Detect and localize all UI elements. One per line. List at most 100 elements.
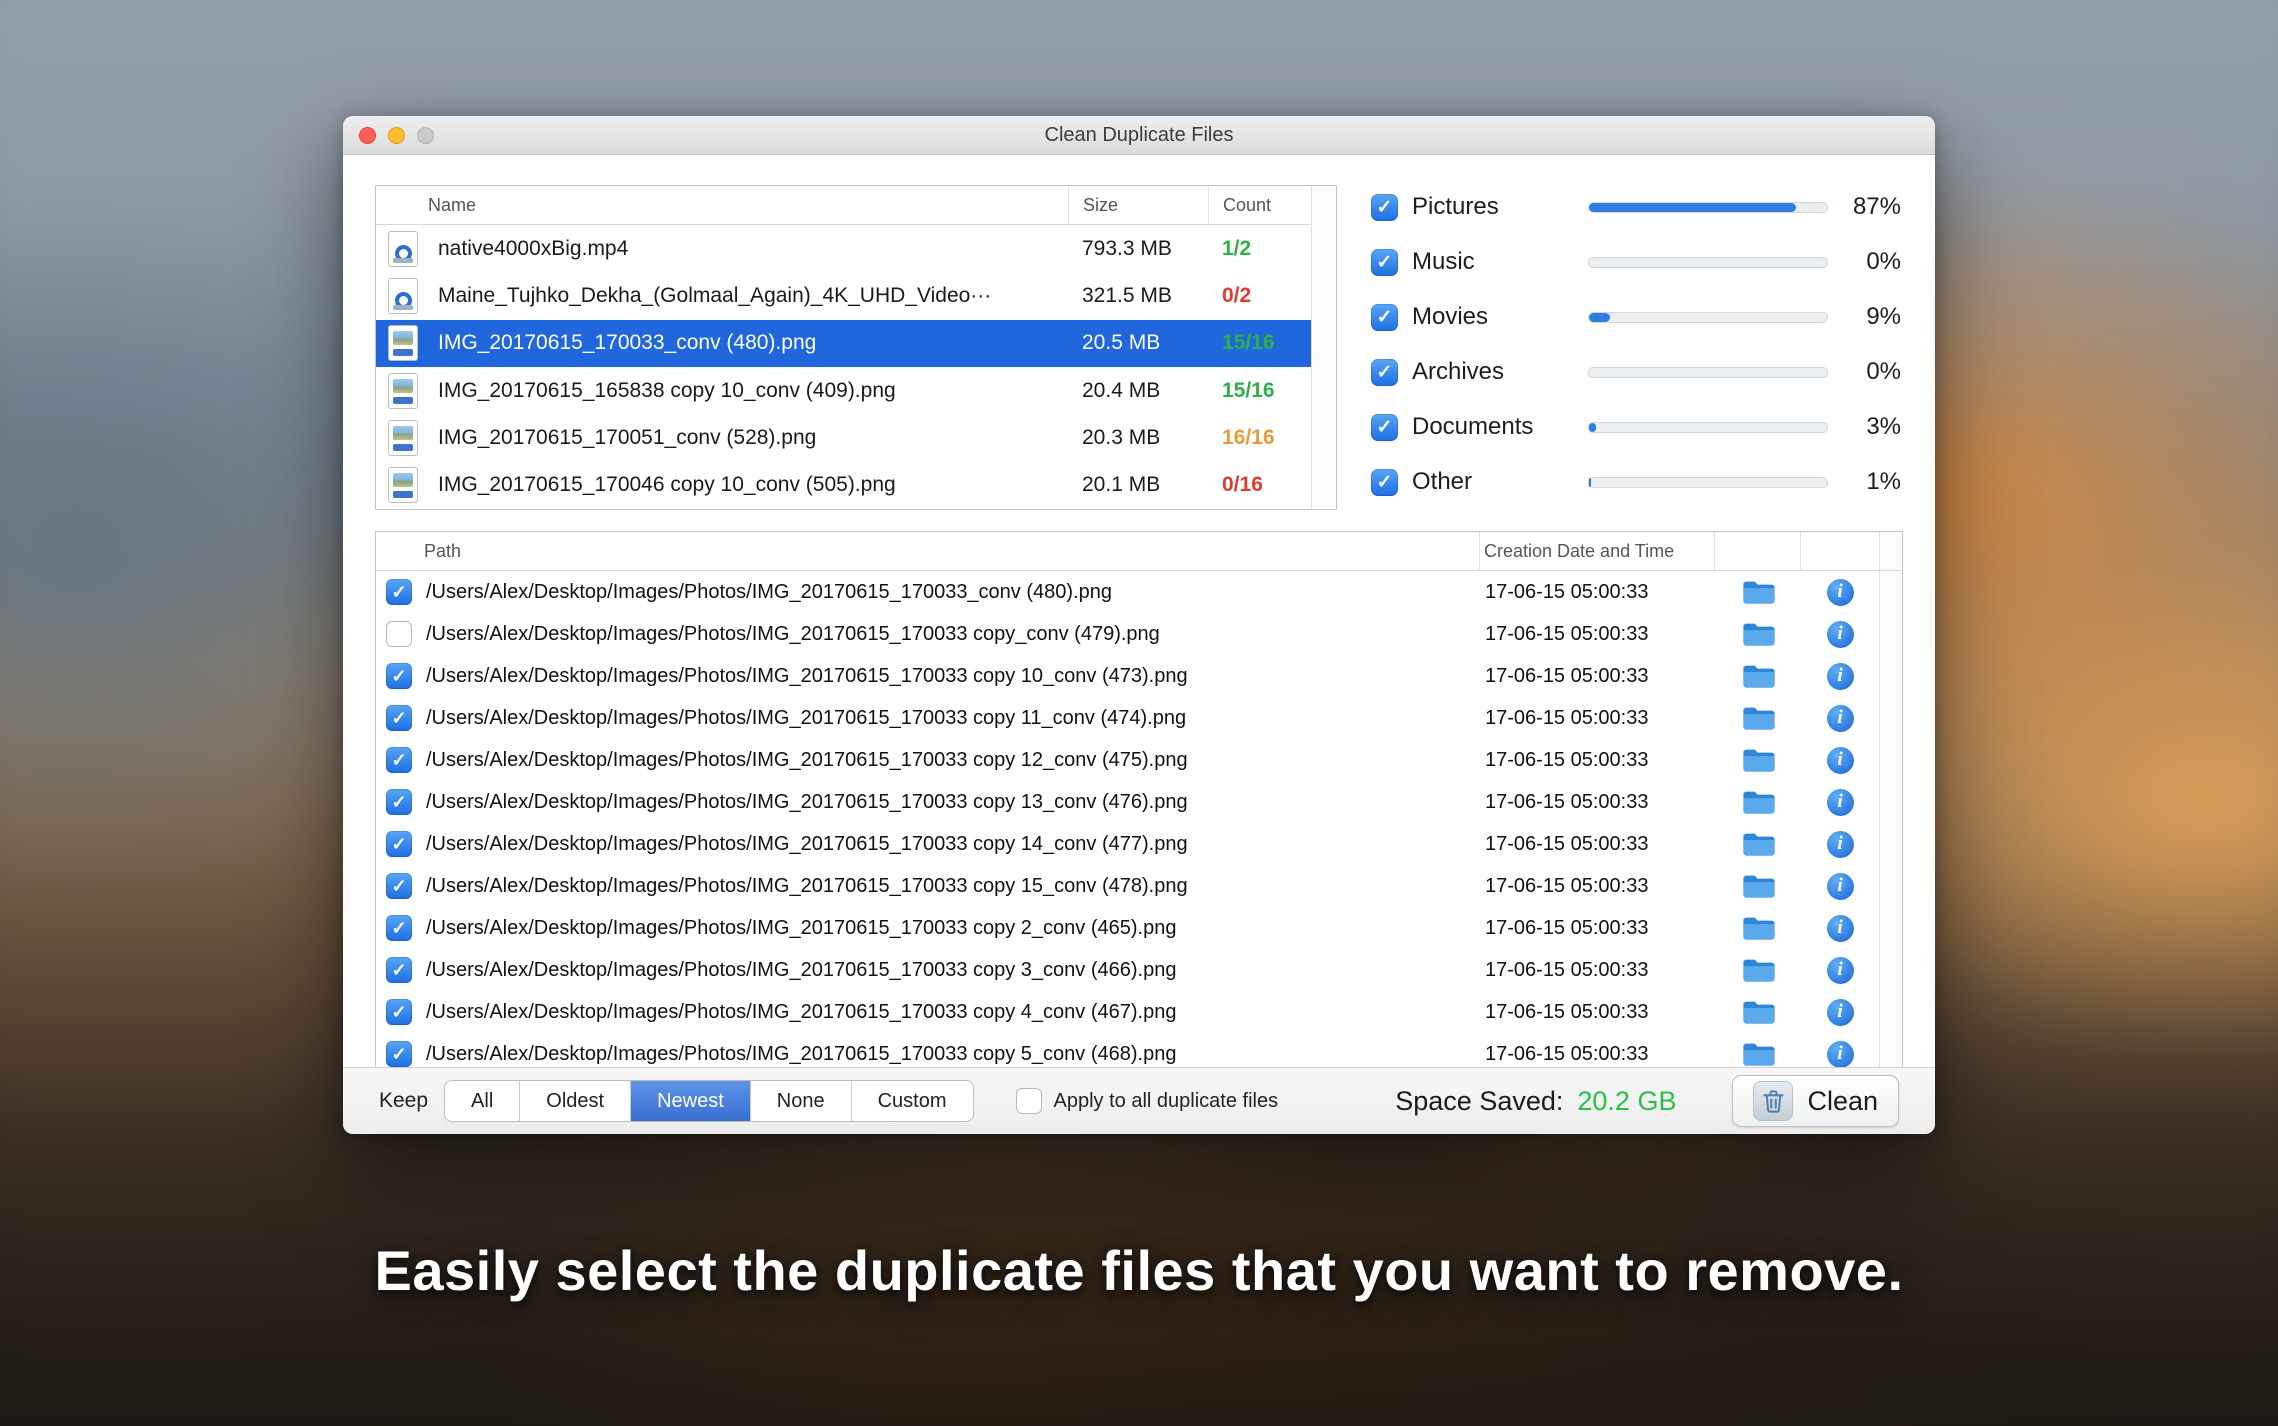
path-row-checkbox[interactable]: ✓ [386, 747, 412, 773]
path-row-checkbox[interactable]: ✓ [386, 1041, 412, 1067]
column-header-count[interactable]: Count [1208, 186, 1312, 224]
reveal-in-folder-button[interactable] [1716, 999, 1801, 1025]
reveal-in-folder-button[interactable] [1716, 831, 1801, 857]
path-row[interactable]: ✓ /Users/Alex/Desktop/Images/Photos/IMG_2… [376, 907, 1902, 949]
file-info-button[interactable]: i [1801, 830, 1879, 858]
category-checkbox[interactable]: ✓ [1371, 468, 1398, 496]
reveal-in-folder-button[interactable] [1716, 957, 1801, 983]
apply-to-all-checkbox-row[interactable]: ✓ Apply to all duplicate files [1015, 1088, 1278, 1114]
path-row[interactable]: ✓ /Users/Alex/Desktop/Images/Photos/IMG_2… [376, 991, 1902, 1033]
zoom-window-button[interactable] [417, 126, 434, 144]
path-row[interactable]: ✓ /Users/Alex/Desktop/Images/Photos/IMG_2… [376, 613, 1902, 655]
file-info-button[interactable]: i [1801, 620, 1879, 648]
path-text: /Users/Alex/Desktop/Images/Photos/IMG_20… [426, 790, 1188, 813]
file-row[interactable]: IMG_20170615_170046 copy 10_conv (505).p… [376, 462, 1312, 509]
file-info-button[interactable]: i [1801, 872, 1879, 900]
path-row-checkbox[interactable]: ✓ [386, 957, 412, 983]
path-row-checkbox[interactable]: ✓ [386, 915, 412, 941]
path-row[interactable]: ✓ /Users/Alex/Desktop/Images/Photos/IMG_2… [376, 865, 1902, 907]
path-row[interactable]: ✓ /Users/Alex/Desktop/Images/Photos/IMG_2… [376, 823, 1902, 865]
column-header-name[interactable]: Name [376, 195, 1068, 216]
category-checkbox[interactable]: ✓ [1371, 413, 1398, 441]
file-table-scrollbar[interactable] [1311, 186, 1336, 509]
path-table-rows: ✓ /Users/Alex/Desktop/Images/Photos/IMG_2… [376, 571, 1902, 1068]
path-text: /Users/Alex/Desktop/Images/Photos/IMG_20… [426, 580, 1112, 603]
file-info-button[interactable]: i [1801, 662, 1879, 690]
clean-button[interactable]: Clean [1732, 1075, 1899, 1127]
path-row-checkbox[interactable]: ✓ [386, 789, 412, 815]
apply-to-all-checkbox[interactable]: ✓ [1015, 1088, 1042, 1114]
category-percent: 3% [1866, 413, 1901, 440]
space-saved: Space Saved: 20.2 GB [1395, 1086, 1676, 1117]
info-icon: i [1826, 830, 1854, 858]
category-checkbox[interactable]: ✓ [1371, 193, 1398, 221]
reveal-in-folder-button[interactable] [1716, 747, 1801, 773]
reveal-in-folder-button[interactable] [1716, 705, 1801, 731]
path-row[interactable]: ✓ /Users/Alex/Desktop/Images/Photos/IMG_2… [376, 1033, 1902, 1068]
folder-icon [1742, 665, 1775, 688]
column-header-size[interactable]: Size [1068, 186, 1208, 224]
category-progress-bar [1588, 421, 1828, 433]
column-header-creation-date[interactable]: Creation Date and Time [1479, 532, 1714, 570]
png-file-icon [388, 325, 418, 362]
column-header-path[interactable]: Path [376, 541, 1479, 562]
file-info-button[interactable]: i [1801, 914, 1879, 942]
category-checkbox[interactable]: ✓ [1371, 303, 1398, 331]
path-row-checkbox[interactable]: ✓ [386, 831, 412, 857]
keep-segment-newest[interactable]: Newest [631, 1081, 751, 1121]
file-info-button[interactable]: i [1801, 1040, 1879, 1068]
path-row-checkbox[interactable]: ✓ [386, 705, 412, 731]
path-text: /Users/Alex/Desktop/Images/Photos/IMG_20… [426, 664, 1188, 687]
minimize-window-button[interactable] [388, 126, 405, 144]
path-row[interactable]: ✓ /Users/Alex/Desktop/Images/Photos/IMG_2… [376, 697, 1902, 739]
reveal-in-folder-button[interactable] [1716, 873, 1801, 899]
path-row[interactable]: ✓ /Users/Alex/Desktop/Images/Photos/IMG_2… [376, 739, 1902, 781]
path-cell: ✓ /Users/Alex/Desktop/Images/Photos/IMG_2… [376, 999, 1481, 1025]
file-info-button[interactable]: i [1801, 704, 1879, 732]
keep-segment-oldest[interactable]: Oldest [520, 1081, 632, 1121]
path-row[interactable]: ✓ /Users/Alex/Desktop/Images/Photos/IMG_2… [376, 781, 1902, 823]
path-table-scrollbar[interactable] [1879, 532, 1902, 570]
file-info-button[interactable]: i [1801, 578, 1879, 606]
category-checkbox[interactable]: ✓ [1371, 358, 1398, 386]
keep-segment-none[interactable]: None [751, 1081, 852, 1121]
path-table-gutter [1879, 907, 1902, 949]
category-row: ✓ Music 0% [1371, 248, 1903, 276]
file-info-button[interactable]: i [1801, 788, 1879, 816]
path-row[interactable]: ✓ /Users/Alex/Desktop/Images/Photos/IMG_2… [376, 571, 1902, 613]
file-row[interactable]: native4000xBig.mp4 793.3 MB 1/2 [376, 225, 1312, 272]
file-info-button[interactable]: i [1801, 998, 1879, 1026]
reveal-in-folder-button[interactable] [1716, 621, 1801, 647]
file-info-button[interactable]: i [1801, 956, 1879, 984]
path-row-checkbox[interactable]: ✓ [386, 579, 412, 605]
path-row-checkbox[interactable]: ✓ [386, 873, 412, 899]
reveal-in-folder-button[interactable] [1716, 915, 1801, 941]
file-count: 16/16 [1222, 425, 1275, 449]
file-name-cell: IMG_20170615_170033_conv (480).png [376, 325, 1068, 362]
creation-date: 17-06-15 05:00:33 [1485, 1042, 1649, 1065]
path-row-checkbox[interactable]: ✓ [386, 999, 412, 1025]
file-row[interactable]: IMG_20170615_170051_conv (528).png 20.3 M… [376, 414, 1312, 461]
file-info-button[interactable]: i [1801, 746, 1879, 774]
path-row[interactable]: ✓ /Users/Alex/Desktop/Images/Photos/IMG_2… [376, 949, 1902, 991]
path-text: /Users/Alex/Desktop/Images/Photos/IMG_20… [426, 748, 1188, 771]
reveal-in-folder-button[interactable] [1716, 1041, 1801, 1067]
path-row[interactable]: ✓ /Users/Alex/Desktop/Images/Photos/IMG_2… [376, 655, 1902, 697]
path-row-checkbox[interactable]: ✓ [386, 663, 412, 689]
reveal-in-folder-button[interactable] [1716, 663, 1801, 689]
keep-segment-custom[interactable]: Custom [852, 1081, 973, 1121]
file-row[interactable]: Maine_Tujhko_Dekha_(Golmaal_Again)_4K_UH… [376, 272, 1312, 319]
category-checkbox[interactable]: ✓ [1371, 248, 1398, 276]
path-row-checkbox[interactable]: ✓ [386, 621, 412, 647]
reveal-in-folder-button[interactable] [1716, 789, 1801, 815]
close-window-button[interactable] [359, 126, 376, 144]
category-row: ✓ Movies 9% [1371, 303, 1903, 331]
category-label: Documents [1412, 413, 1534, 440]
window-titlebar[interactable]: Clean Duplicate Files [343, 116, 1935, 155]
file-row[interactable]: IMG_20170615_165838 copy 10_conv (409).p… [376, 367, 1312, 414]
file-row[interactable]: IMG_20170615_170033_conv (480).png 20.5 M… [376, 319, 1312, 367]
info-icon: i [1826, 998, 1854, 1026]
keep-segment-all[interactable]: All [445, 1081, 521, 1121]
info-icon: i [1826, 578, 1854, 606]
reveal-in-folder-button[interactable] [1716, 579, 1801, 605]
